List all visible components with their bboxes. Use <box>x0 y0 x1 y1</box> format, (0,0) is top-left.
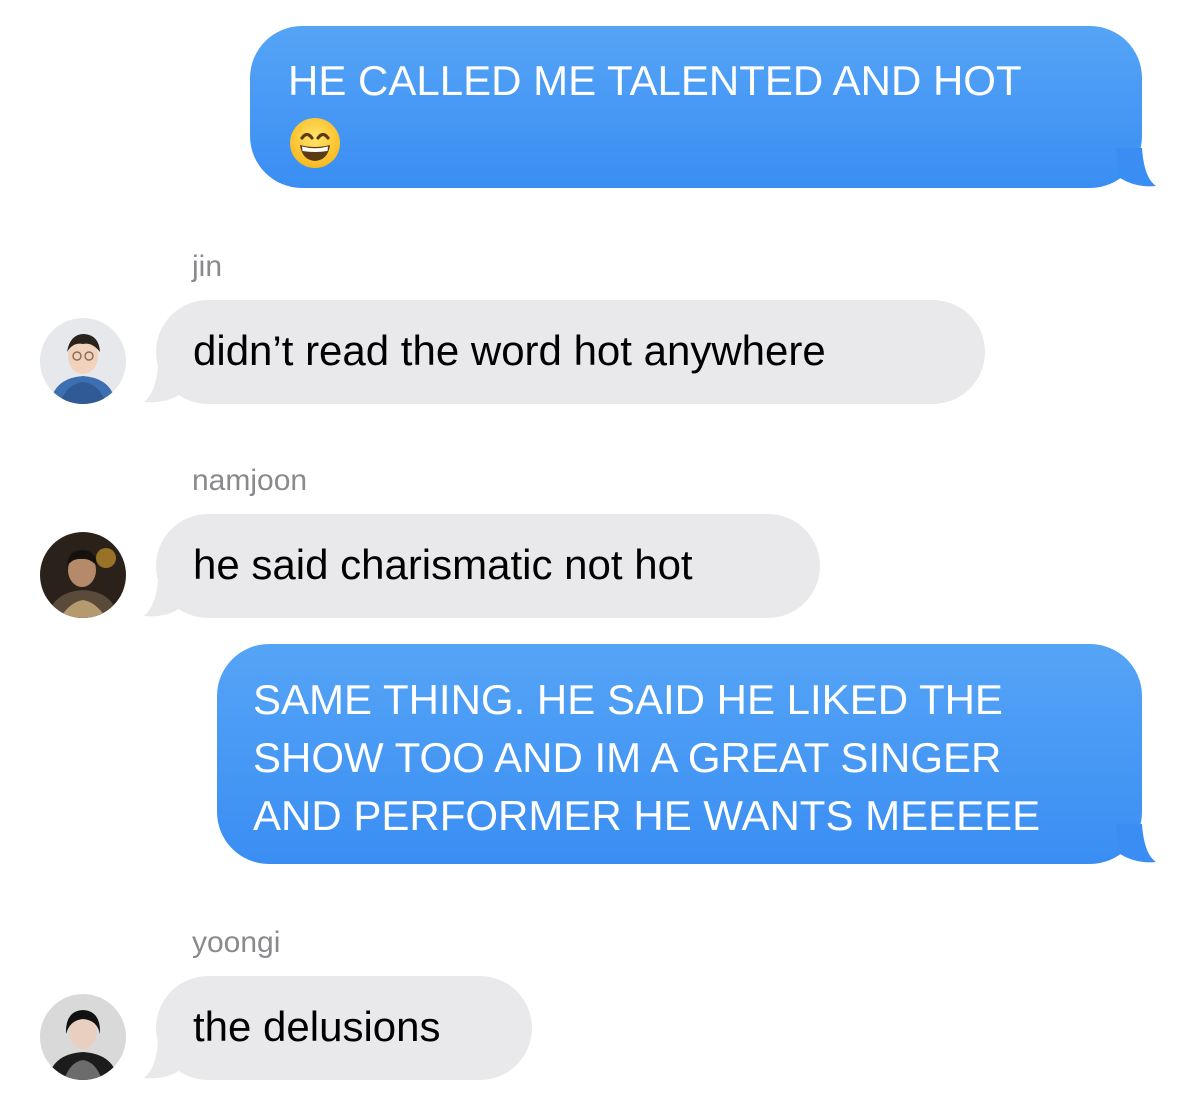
outgoing-message-bubble[interactable]: HE CALLED ME TALENTED AND HOT <box>250 26 1142 188</box>
message-thread: HE CALLED ME TALENTED AND HOT jin didn’t… <box>0 0 1200 1115</box>
message-text-line: AND PERFORMER HE WANTS MEEEEE <box>253 792 1041 839</box>
avatar-namjoon[interactable] <box>40 532 126 618</box>
incoming-message-bubble[interactable]: he said charismatic not hot <box>156 514 820 618</box>
outgoing-message-bubble[interactable]: SAME THING. HE SAID HE LIKED THE SHOW TO… <box>217 644 1142 864</box>
grinning-face-emoji-icon <box>288 116 342 170</box>
avatar-jin[interactable] <box>40 318 126 404</box>
message-text: HE CALLED ME TALENTED AND HOT <box>288 57 1022 104</box>
message-text: didn’t read the word hot anywhere <box>193 327 826 374</box>
avatar-yoongi[interactable] <box>40 994 126 1080</box>
outgoing-bubble-tail <box>1116 148 1156 187</box>
message-text: the delusions <box>193 1003 441 1050</box>
message-text-line: SAME THING. HE SAID HE LIKED THE <box>253 676 1003 723</box>
incoming-bubble-tail <box>144 1042 184 1079</box>
message-text: he said charismatic not hot <box>193 541 693 588</box>
sender-name-yoongi: yoongi <box>192 926 281 959</box>
sender-name-namjoon: namjoon <box>192 464 308 497</box>
incoming-message-bubble[interactable]: didn’t read the word hot anywhere <box>156 300 985 404</box>
incoming-message-bubble[interactable]: the delusions <box>156 976 532 1080</box>
message-text-line: SHOW TOO AND IM A GREAT SINGER <box>253 734 1002 781</box>
incoming-bubble-tail <box>144 580 184 617</box>
outgoing-bubble-tail <box>1116 824 1156 863</box>
sender-name-jin: jin <box>192 250 223 283</box>
incoming-bubble-tail <box>144 366 184 403</box>
